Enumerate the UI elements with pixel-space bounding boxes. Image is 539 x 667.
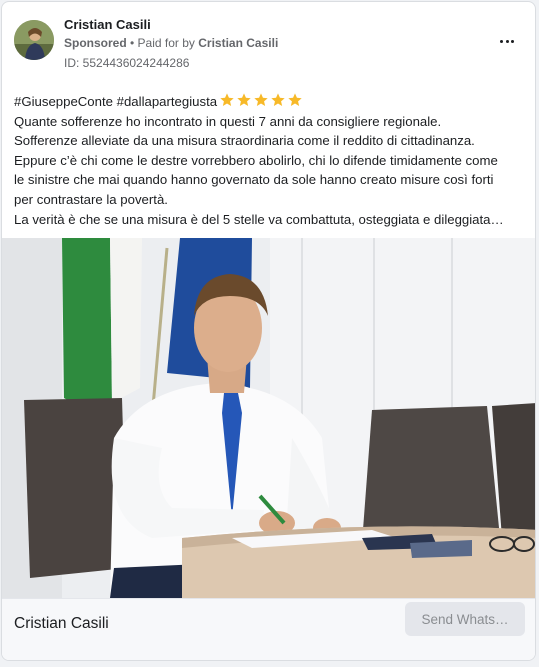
post-line: Eppure c’è chi come le destre vorrebbero… xyxy=(14,152,498,168)
footer-title[interactable]: Cristian Casili xyxy=(14,615,109,633)
ad-image[interactable] xyxy=(2,238,535,598)
send-whatsapp-button[interactable]: Send Whats… xyxy=(405,602,525,636)
post-line: per contrastare la povertà. xyxy=(14,191,168,207)
post-line: La verità è che se una misura è del 5 st… xyxy=(14,211,504,227)
hashtags[interactable]: #GiuseppeConte #dallapartegiusta xyxy=(14,94,217,109)
office-photo xyxy=(2,238,535,598)
star-emojis xyxy=(219,92,303,108)
sponsored-label: Sponsored xyxy=(64,36,127,50)
meta-separator: • xyxy=(126,36,138,50)
ad-header: Cristian Casili Sponsored • Paid for by … xyxy=(2,2,535,88)
star-icon xyxy=(254,93,268,106)
post-line: Sofferenze alleviate da una misura strao… xyxy=(14,133,475,149)
ad-card: Cristian Casili Sponsored • Paid for by … xyxy=(1,1,536,661)
star-icon xyxy=(237,93,251,106)
avatar[interactable] xyxy=(14,20,54,60)
post-line: Quante sofferenze ho incontrato in quest… xyxy=(14,113,442,129)
ad-id: ID: 5524436024244286 xyxy=(64,56,190,70)
paid-for-by-name: Cristian Casili xyxy=(198,36,279,50)
hashtags-line: #GiuseppeConte #dallapartegiusta xyxy=(14,92,529,112)
star-icon xyxy=(288,93,302,106)
sponsorship-info: Sponsored • Paid for by Cristian Casili xyxy=(64,36,278,50)
star-icon xyxy=(220,93,234,106)
paid-for-prefix: Paid for by xyxy=(137,36,199,50)
more-options-icon[interactable] xyxy=(493,30,521,52)
post-line: le sinistre che mai quando hanno governa… xyxy=(14,172,494,188)
post-body: #GiuseppeConte #dallapartegiusta Quante … xyxy=(14,92,529,229)
star-icon xyxy=(271,93,285,106)
page-name[interactable]: Cristian Casili xyxy=(64,17,151,32)
ad-footer: Cristian Casili Send Whats… xyxy=(2,598,535,660)
